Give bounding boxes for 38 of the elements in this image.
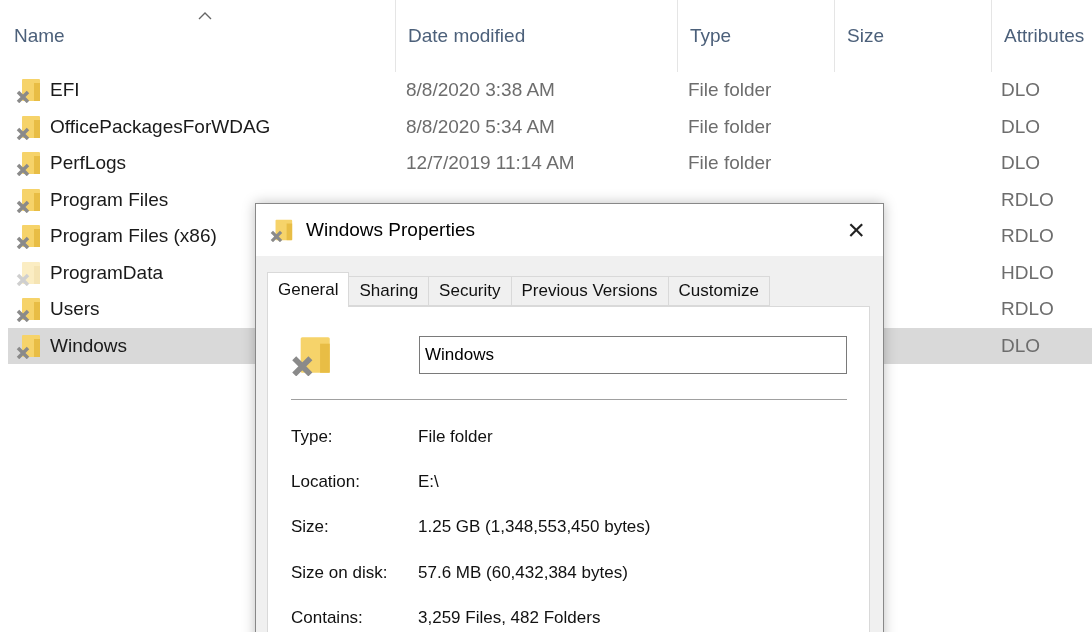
property-label: Size on disk: bbox=[291, 562, 389, 583]
property-value: File folder bbox=[418, 426, 494, 447]
type-cell-text: File folder bbox=[687, 115, 773, 138]
attributes-cell-text: RDLO bbox=[1000, 298, 1055, 321]
attributes-cell-text: RDLO bbox=[1000, 225, 1055, 248]
attributes-cell-text: DLO bbox=[1000, 79, 1042, 102]
column-label: Size bbox=[847, 25, 884, 47]
type-cell-text: File folder bbox=[687, 152, 773, 175]
property-label: Size: bbox=[291, 517, 330, 538]
dialog-title: Windows Properties bbox=[306, 219, 476, 241]
date-cell-text: 8/8/2020 3:38 AM bbox=[405, 79, 556, 102]
date-cell-text: 8/8/2020 5:34 AM bbox=[405, 115, 556, 138]
file-name: EFI bbox=[50, 79, 80, 102]
column-label: Type bbox=[690, 25, 732, 47]
attributes-cell-text: HDLO bbox=[1000, 261, 1055, 284]
property-value: 57.6 MB (60,432,384 bytes) bbox=[418, 562, 629, 583]
attributes-cell-text: DLO bbox=[1000, 152, 1042, 175]
property-label: Type: bbox=[291, 426, 334, 447]
attributes-cell-text: DLO bbox=[1000, 334, 1042, 357]
date-cell-text: 12/7/2019 11:14 AM bbox=[405, 152, 576, 175]
property-value: E:\ bbox=[418, 471, 440, 492]
property-value: 1.25 GB (1,348,553,450 bytes) bbox=[418, 517, 652, 538]
file-name: Program Files (x86) bbox=[50, 225, 217, 248]
file-name: Windows bbox=[50, 334, 128, 357]
type-cell-text: File folder bbox=[687, 79, 773, 102]
property-value: 3,259 Files, 482 Folders bbox=[418, 607, 602, 628]
file-name: Program Files bbox=[50, 188, 169, 211]
column-label: Attributes bbox=[1004, 25, 1085, 47]
attributes-cell-text: DLO bbox=[1000, 115, 1042, 138]
column-label: Date modified bbox=[408, 25, 526, 47]
property-label: Contains: bbox=[291, 607, 364, 628]
file-name: OfficePackagesForWDAG bbox=[50, 115, 271, 138]
file-name: Users bbox=[50, 298, 100, 321]
file-name: ProgramData bbox=[50, 261, 163, 284]
attributes-cell-text: RDLO bbox=[1000, 188, 1055, 211]
file-name: PerfLogs bbox=[50, 152, 127, 175]
column-label: Name bbox=[14, 25, 65, 47]
property-label: Location: bbox=[291, 471, 361, 492]
